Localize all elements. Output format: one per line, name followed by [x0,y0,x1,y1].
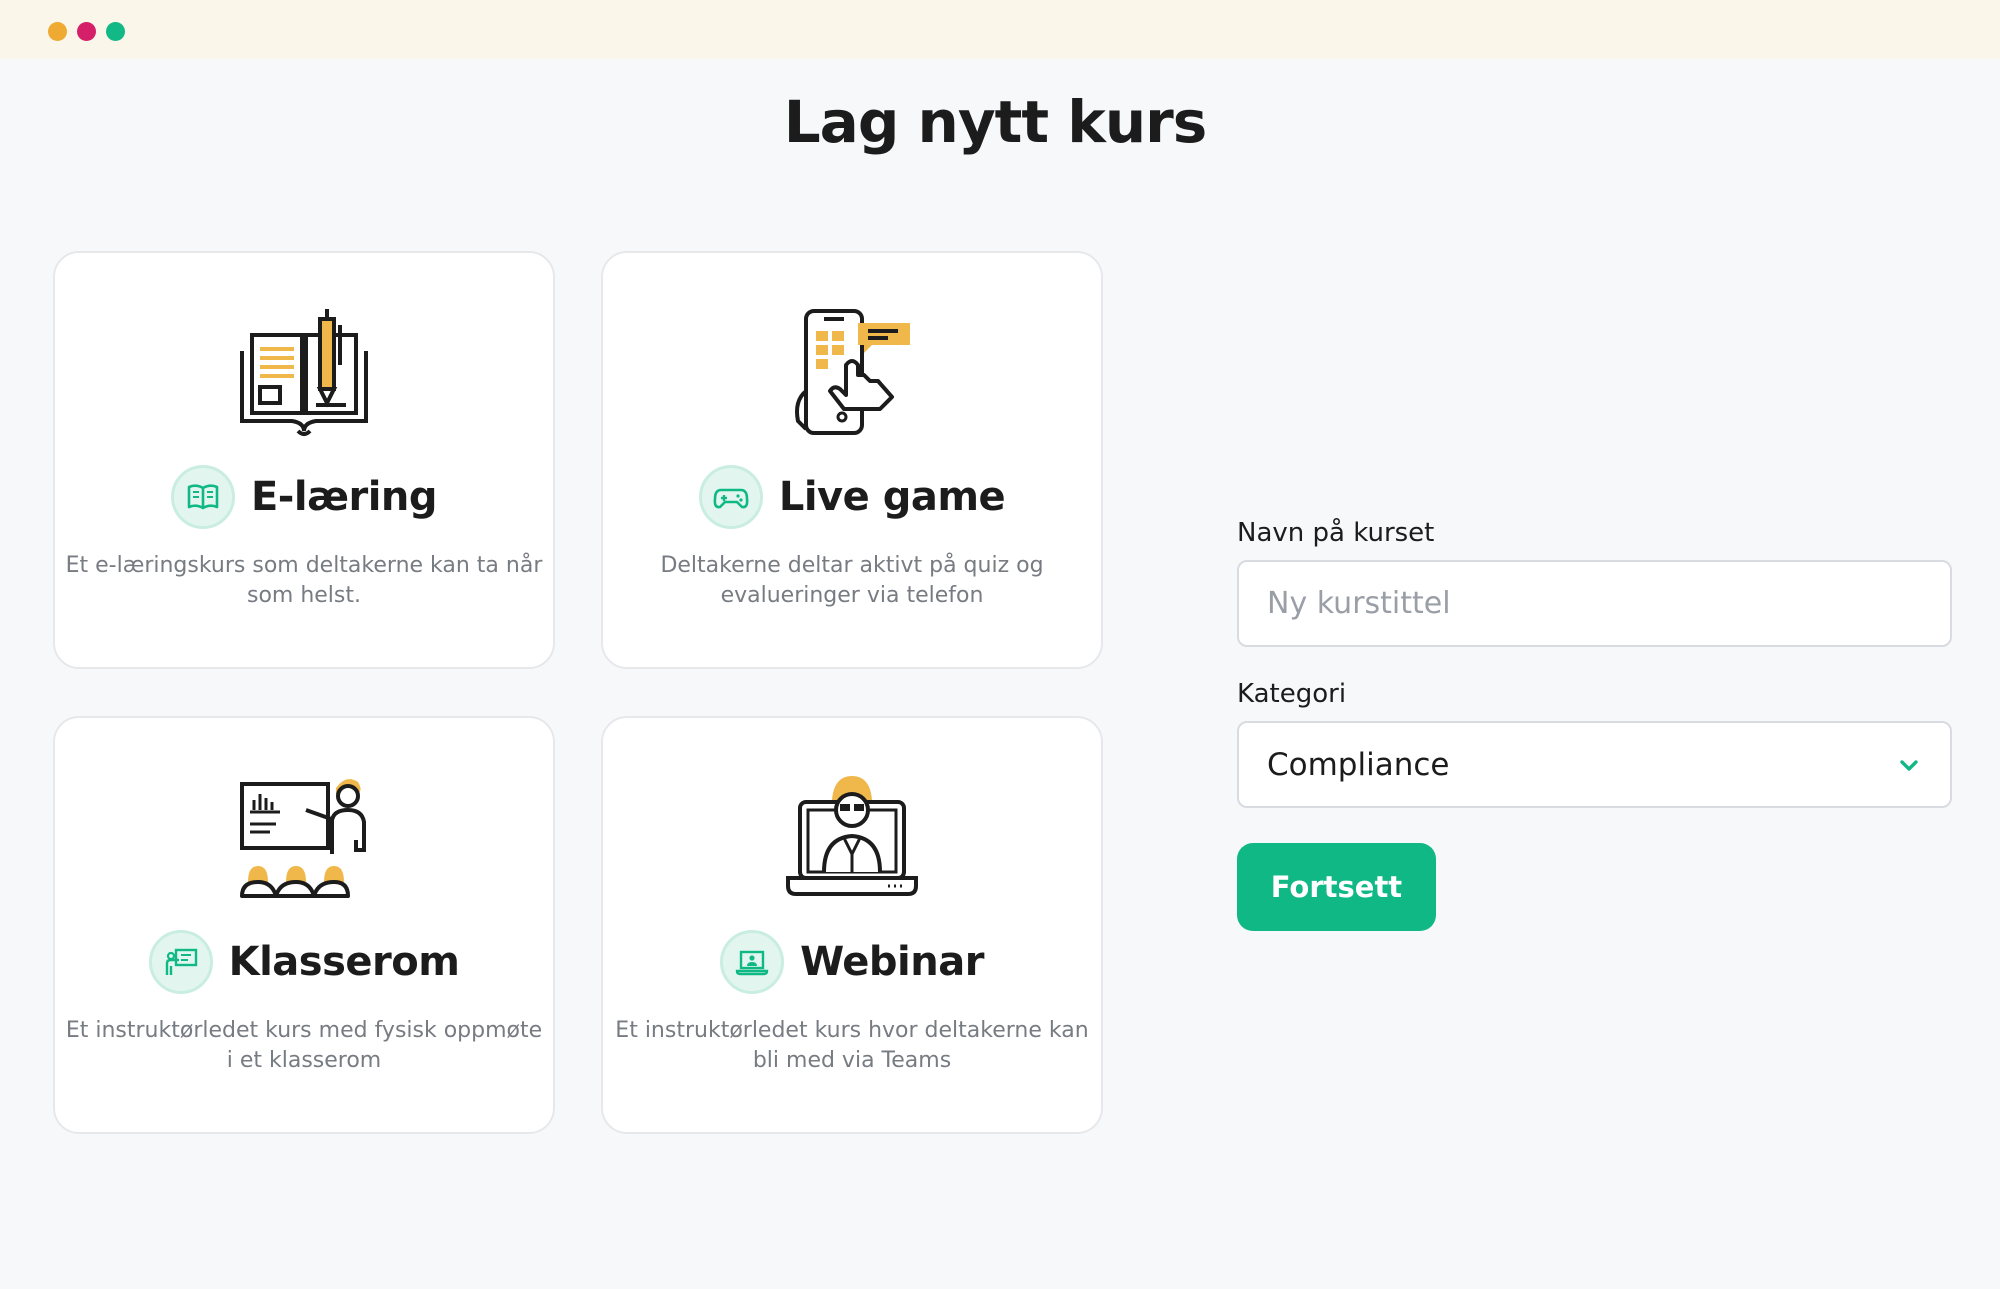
category-label: Kategori [1237,679,1347,709]
category-selected-value: Compliance [1267,746,1450,783]
card-header: Webinar [603,930,1101,994]
course-type-card-elaering[interactable]: E-læring Et e-læringskurs som deltakerne… [53,251,555,669]
card-description: Et e-læringskurs som deltakerne kan ta n… [65,553,543,608]
open-book-icon [170,465,235,529]
card-header: E-læring [55,465,553,529]
course-type-card-klasserom[interactable]: Klasserom Et instruktørledet kurs med fy… [53,716,555,1134]
card-title: Live game [778,474,1006,520]
continue-button[interactable]: Fortsett [1237,843,1436,931]
course-name-label: Navn på kurset [1237,518,1435,548]
presenter-icon [148,930,213,994]
course-name-input[interactable] [1237,560,1952,647]
chevron-down-icon [1900,759,1918,771]
window-titlebar [0,0,2000,59]
window-dot-green[interactable] [106,22,125,41]
laptop-webinar-illustration [786,776,918,896]
book-pencil-illustration [240,309,368,436]
course-type-card-webinar[interactable]: Webinar Et instruktørledet kurs hvor del… [601,716,1103,1134]
classroom-teacher-illustration [240,779,366,898]
card-description: Et instruktørledet kurs med fysisk oppmø… [65,1018,543,1073]
category-select[interactable]: Compliance [1237,721,1952,808]
card-title: E-læring [250,474,438,520]
card-header: Klasserom [55,930,553,994]
course-type-card-live-game[interactable]: Live game Deltakerne deltar aktivt på qu… [601,251,1103,669]
phone-tap-illustration [795,309,910,435]
card-header: Live game [603,465,1101,529]
card-title: Webinar [800,939,984,985]
laptop-user-icon [720,930,785,994]
card-description: Deltakerne deltar aktivt på quiz og eval… [660,553,1044,608]
card-description: Et instruktørledet kurs hvor deltakerne … [615,1018,1089,1073]
page-title: Lag nytt kurs [783,88,1208,156]
window-dot-red[interactable] [77,22,96,41]
gamepad-icon [698,465,763,529]
card-title: Klasserom [228,939,460,985]
window-dot-yellow[interactable] [48,22,67,41]
